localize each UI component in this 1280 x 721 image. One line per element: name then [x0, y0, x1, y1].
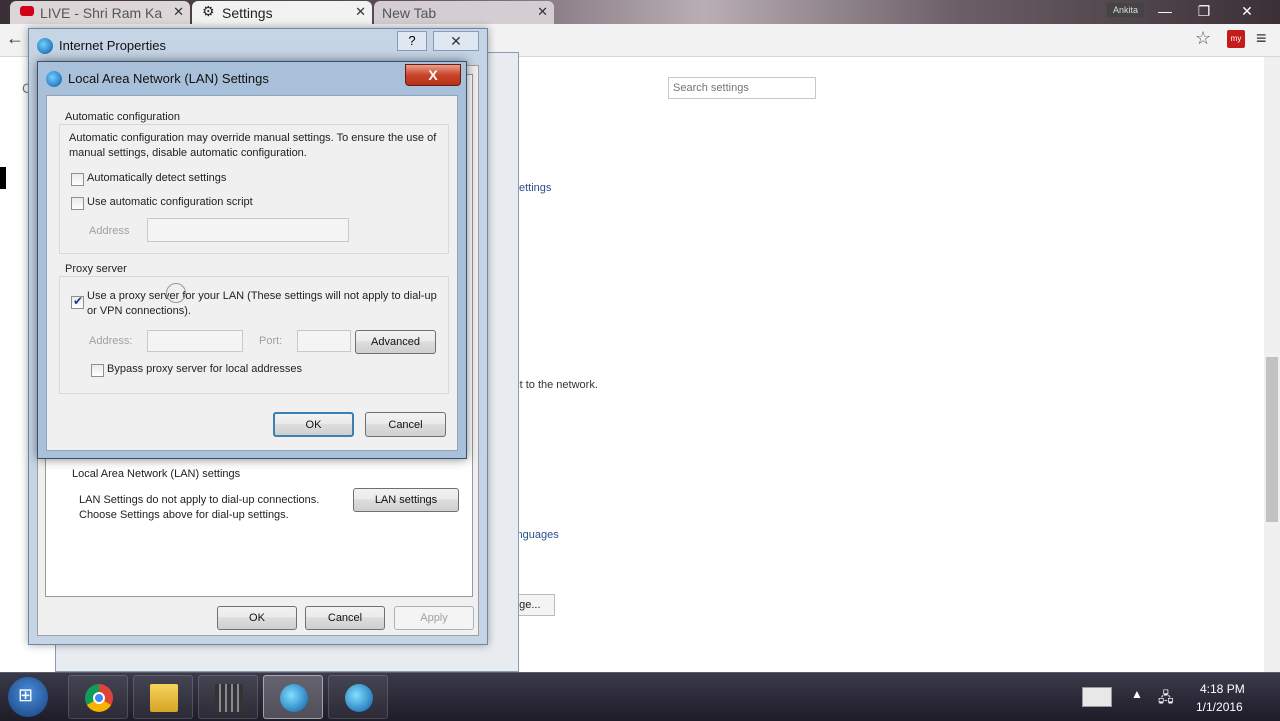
youtube-icon — [20, 6, 34, 16]
script-address-input[interactable] — [147, 218, 349, 242]
help-icon[interactable]: ? — [397, 31, 427, 51]
close-icon[interactable]: X — [405, 64, 461, 86]
checkbox-label[interactable]: Automatically detect settings — [87, 171, 226, 186]
tab-new-tab[interactable]: New Tab ✕ — [374, 1, 554, 24]
extension-icon[interactable]: my — [1227, 30, 1245, 48]
page-edge-marker — [0, 167, 6, 189]
tab-youtube[interactable]: LIVE - Shri Ram Ka ✕ — [10, 1, 190, 24]
tab-label: New Tab — [382, 5, 437, 21]
internet-globe-icon — [37, 38, 53, 54]
lan-settings-button[interactable]: LAN settings — [353, 488, 459, 512]
profile-chip[interactable]: Ankita — [1107, 3, 1145, 17]
proxy-address-label: Address: — [89, 335, 133, 347]
internet-options-icon — [280, 684, 308, 712]
clock-date[interactable]: 1/1/2016 — [1196, 700, 1243, 714]
folder-icon — [150, 684, 178, 712]
port-label: Port: — [259, 335, 283, 347]
taskbar-internet-options[interactable] — [328, 675, 388, 719]
film-icon — [215, 684, 243, 712]
checkbox-label[interactable]: Use automatic configuration script — [87, 195, 253, 210]
apply-button[interactable]: Apply — [394, 606, 474, 630]
bypass-local-checkbox[interactable] — [91, 364, 104, 377]
close-icon[interactable]: ✕ — [355, 4, 366, 20]
address-label: Address — [89, 225, 130, 237]
windows-logo-icon: ⊞ — [18, 685, 34, 705]
ok-button[interactable]: OK — [273, 412, 354, 437]
taskbar: ⊞ ▲ 🖧 4:18 PM 1/1/2016 — [0, 672, 1280, 721]
start-button[interactable]: ⊞ — [8, 677, 48, 717]
checkbox-label[interactable]: Bypass proxy server for local addresses — [107, 362, 302, 377]
taskbar-chrome[interactable] — [68, 675, 128, 719]
window-close-icon[interactable]: ✕ — [1230, 0, 1264, 22]
tab-settings[interactable]: ⚙ Settings ✕ — [192, 1, 372, 24]
auto-config-description: Automatic configuration may override man… — [69, 132, 437, 159]
scrollbar-thumb[interactable] — [1266, 357, 1278, 522]
back-arrow-icon[interactable]: ← — [6, 28, 24, 49]
cancel-button[interactable]: Cancel — [365, 412, 446, 437]
chrome-icon — [85, 684, 113, 712]
mouse-cursor-highlight — [166, 283, 186, 303]
gear-icon: ⚙ — [202, 3, 215, 19]
lan-group-label: Local Area Network (LAN) settings — [72, 468, 241, 480]
menu-icon[interactable]: ≡ — [1256, 28, 1267, 49]
dialog-title: Local Area Network (LAN) Settings — [68, 71, 269, 86]
show-hidden-icons-icon[interactable]: ▲ — [1131, 687, 1143, 701]
taskbar-movie-maker[interactable] — [198, 675, 258, 719]
ok-button[interactable]: OK — [217, 606, 297, 630]
tab-label: Settings — [222, 5, 273, 21]
bookmark-star-icon[interactable]: ☆ — [1195, 28, 1211, 49]
proxy-port-input[interactable] — [297, 330, 351, 352]
taskbar-explorer[interactable] — [133, 675, 193, 719]
cancel-button[interactable]: Cancel — [305, 606, 385, 630]
close-icon[interactable]: ✕ — [173, 4, 184, 20]
group-label: Automatic configuration — [65, 111, 183, 123]
tab-label: LIVE - Shri Ram Ka — [40, 5, 163, 21]
action-center-icon[interactable] — [1082, 687, 1112, 707]
page-scrollbar[interactable] — [1264, 57, 1280, 672]
lan-group-description: LAN Settings do not apply to dial-up con… — [79, 494, 320, 521]
close-icon[interactable]: ✕ — [433, 31, 479, 51]
taskbar-internet-properties[interactable] — [263, 675, 323, 719]
close-icon[interactable]: ✕ — [537, 4, 548, 20]
checkbox-label[interactable]: Use a proxy server for your LAN (These s… — [87, 289, 439, 319]
auto-detect-checkbox[interactable] — [71, 173, 84, 186]
proxy-address-input[interactable] — [147, 330, 243, 352]
dialog-body: Automatic configuration Automatic config… — [46, 95, 458, 451]
advanced-button[interactable]: Advanced — [355, 330, 436, 354]
clock-time[interactable]: 4:18 PM — [1200, 682, 1245, 696]
restore-icon[interactable]: ❐ — [1187, 0, 1221, 22]
internet-globe-icon — [46, 71, 62, 87]
minimize-icon[interactable]: — — [1148, 0, 1182, 22]
group-label: Proxy server — [65, 263, 130, 275]
lan-settings-dialog: Local Area Network (LAN) Settings X Auto… — [37, 61, 467, 459]
use-proxy-checkbox[interactable] — [71, 294, 84, 309]
auto-script-checkbox[interactable] — [71, 197, 84, 210]
network-icon[interactable]: 🖧 — [1158, 687, 1174, 711]
internet-options-icon — [345, 684, 373, 712]
browser-tab-strip: LIVE - Shri Ram Ka ✕ ⚙ Settings ✕ New Ta… — [0, 0, 1280, 24]
search-settings-input[interactable] — [668, 77, 816, 99]
network-text-fragment: ect to the network. — [508, 379, 598, 391]
window-title: Internet Properties — [59, 38, 166, 53]
